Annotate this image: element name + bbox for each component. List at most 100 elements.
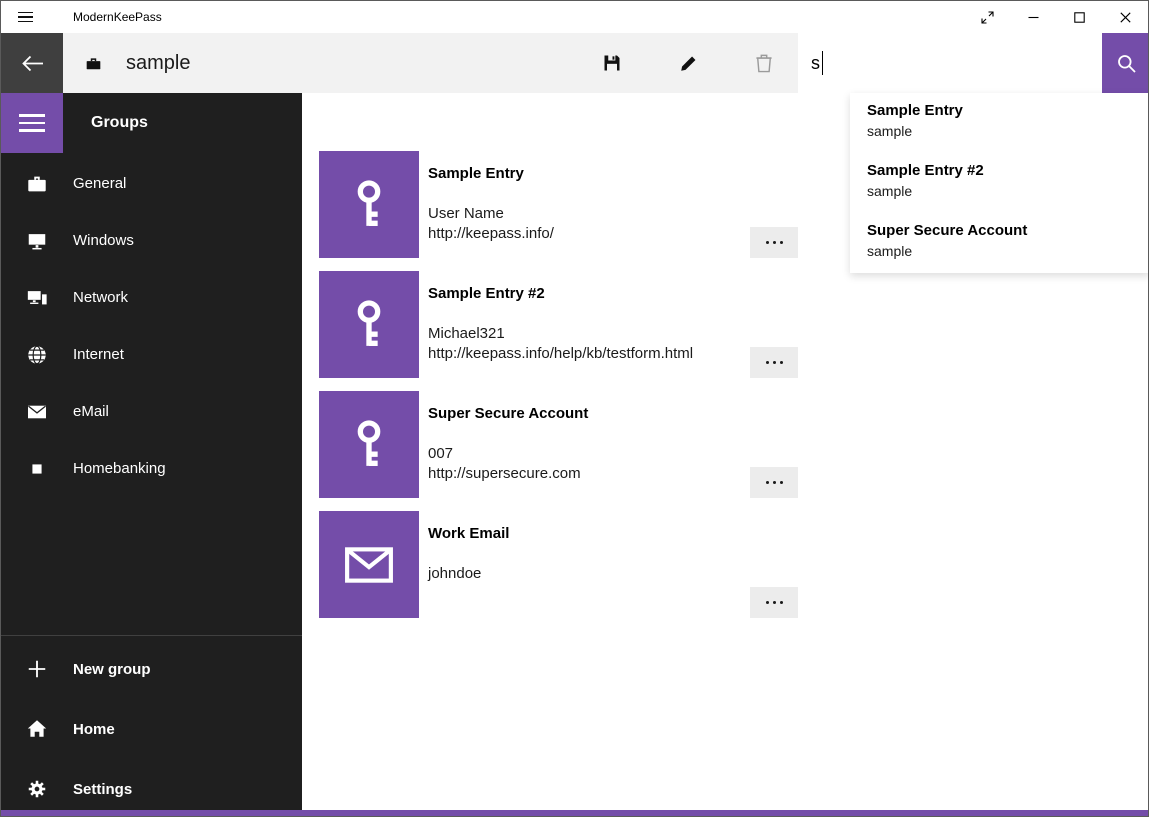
suggestion-title: Super Secure Account (867, 221, 1133, 241)
entry-url: http://keepass.info/help/kb/testform.htm… (428, 345, 693, 362)
new-group-button[interactable]: New group (1, 639, 302, 699)
sidebar-item-label: Homebanking (73, 460, 166, 477)
suggestion-title: Sample Entry (867, 101, 1133, 121)
close-button[interactable] (1102, 1, 1148, 33)
settings-button[interactable]: Settings (1, 759, 302, 817)
group-list: General Windows Network Internet (1, 155, 302, 497)
envelope-icon (344, 544, 394, 586)
entry-row[interactable]: Sample Entry #2 Michael321 http://keepas… (319, 271, 798, 391)
entry-username: johndoe (428, 565, 481, 582)
briefcase-icon (25, 172, 49, 196)
database-title: sample (126, 52, 190, 75)
hamburger-icon[interactable] (18, 12, 33, 23)
app-title: ModernKeePass (73, 10, 162, 24)
entry-username: User Name (428, 205, 504, 222)
briefcase-icon (85, 56, 102, 71)
suggestion-item[interactable]: Sample Entry #2 sample (850, 153, 1149, 213)
entry-row[interactable]: Sample Entry User Name http://keepass.in… (319, 151, 798, 271)
more-button[interactable] (750, 227, 798, 258)
sidebar-item-label: eMail (73, 403, 109, 420)
search-suggestions: Sample Entry sample Sample Entry #2 samp… (850, 93, 1149, 273)
sidebar-item-internet[interactable]: Internet (1, 326, 302, 383)
commandbar-actions (588, 33, 788, 93)
sidebar-item-label: Home (73, 721, 115, 738)
suggestion-subtitle: sample (867, 121, 1133, 141)
entry-url: http://keepass.info/ (428, 225, 554, 242)
sidebar-item-homebanking[interactable]: Homebanking (1, 440, 302, 497)
key-icon (349, 298, 389, 352)
entry-tile[interactable] (319, 271, 419, 378)
entry-username: Michael321 (428, 325, 505, 342)
sidebar-item-network[interactable]: Network (1, 269, 302, 326)
more-button[interactable] (750, 587, 798, 618)
entry-url: http://supersecure.com (428, 465, 581, 482)
entry-tile[interactable] (319, 151, 419, 258)
key-icon (349, 178, 389, 232)
sidebar-item-label: General (73, 175, 126, 192)
suggestion-title: Sample Entry #2 (867, 161, 1133, 181)
search-input[interactable]: s (798, 33, 1102, 93)
bank-icon (25, 457, 49, 481)
sidebar-item-general[interactable]: General (1, 155, 302, 212)
entry-username: 007 (428, 445, 453, 462)
sidebar-item-windows[interactable]: Windows (1, 212, 302, 269)
minimize-icon (1028, 12, 1039, 23)
sidebar-item-label: Internet (73, 346, 124, 363)
title-bar: ModernKeePass (1, 1, 1148, 33)
delete-button[interactable] (740, 33, 788, 93)
sidebar-footer: New group Home (1, 639, 302, 817)
save-icon (602, 53, 622, 73)
bottom-accent-bar (1, 810, 1148, 816)
suggestion-item[interactable]: Sample Entry sample (850, 93, 1149, 153)
globe-icon (25, 343, 49, 367)
network-icon (25, 286, 49, 310)
close-icon (1120, 12, 1131, 23)
sidebar-hamburger-button[interactable] (1, 93, 63, 153)
magnifier-icon (1116, 53, 1137, 74)
back-arrow-icon (21, 55, 44, 72)
fullscreen-button[interactable] (964, 1, 1010, 33)
key-icon (349, 418, 389, 472)
monitor-icon (25, 229, 49, 253)
window-controls (964, 1, 1148, 33)
sidebar-divider (1, 635, 302, 636)
home-button[interactable]: Home (1, 699, 302, 759)
envelope-icon (25, 400, 49, 424)
gear-icon (25, 777, 49, 801)
maximize-icon (1074, 12, 1085, 23)
suggestion-subtitle: sample (867, 181, 1133, 201)
search-query-text: s (811, 53, 820, 74)
entry-tile[interactable] (319, 511, 419, 618)
entry-row[interactable]: Super Secure Account 007 http://supersec… (319, 391, 798, 511)
home-icon (25, 717, 49, 741)
maximize-button[interactable] (1056, 1, 1102, 33)
minimize-button[interactable] (1010, 1, 1056, 33)
sidebar: Groups General Windows Network (1, 93, 302, 816)
more-button[interactable] (750, 347, 798, 378)
save-button[interactable] (588, 33, 636, 93)
pencil-icon (679, 54, 698, 73)
entry-title: Sample Entry (428, 165, 524, 182)
edit-button[interactable] (664, 33, 712, 93)
sidebar-item-label: New group (73, 661, 151, 678)
sidebar-header: Groups (91, 93, 148, 153)
entry-title: Super Secure Account (428, 405, 588, 422)
command-bar: sample (1, 33, 1148, 93)
entry-list: Sample Entry User Name http://keepass.in… (319, 151, 798, 631)
search-button[interactable] (1102, 33, 1149, 93)
database-header: sample (85, 33, 190, 93)
suggestion-subtitle: sample (867, 241, 1133, 261)
back-button[interactable] (1, 33, 63, 93)
entry-tile[interactable] (319, 391, 419, 498)
entry-row[interactable]: Work Email johndoe (319, 511, 798, 631)
fullscreen-icon (981, 11, 994, 24)
sidebar-item-label: Windows (73, 232, 134, 249)
entry-title: Sample Entry #2 (428, 285, 545, 302)
suggestion-item[interactable]: Super Secure Account sample (850, 213, 1149, 273)
sidebar-item-email[interactable]: eMail (1, 383, 302, 440)
sidebar-item-label: Settings (73, 781, 132, 798)
plus-icon (25, 657, 49, 681)
more-button[interactable] (750, 467, 798, 498)
text-caret (822, 51, 823, 75)
trash-icon (755, 53, 773, 73)
